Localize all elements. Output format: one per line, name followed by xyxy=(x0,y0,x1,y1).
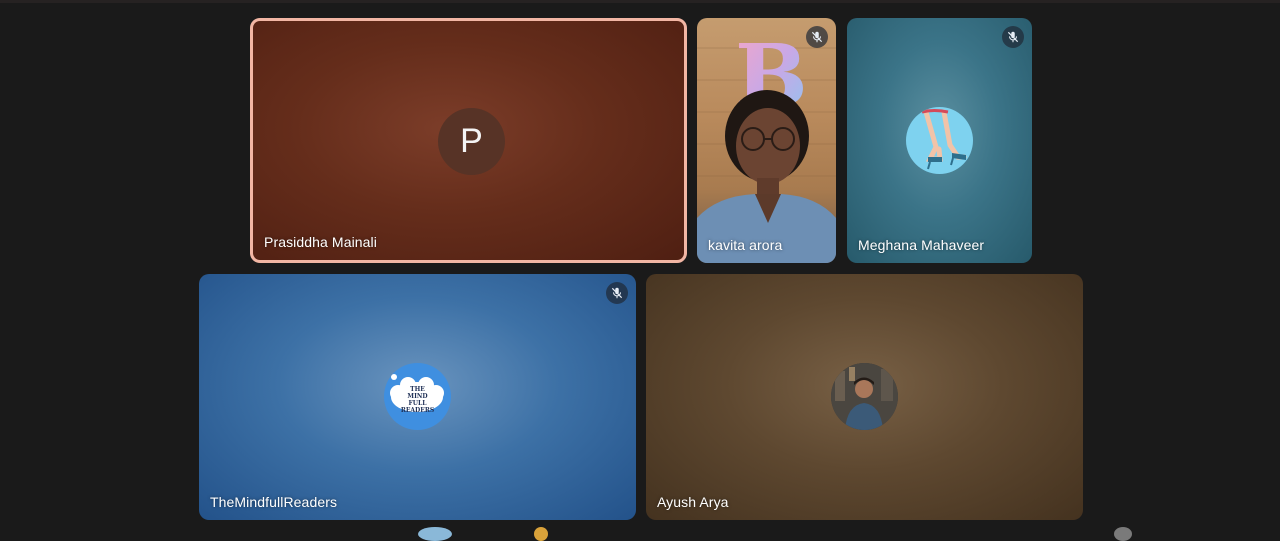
mic-off-icon xyxy=(811,31,823,43)
avatar: P xyxy=(438,108,505,175)
participant-name: Meghana Mahaveer xyxy=(858,237,985,253)
participant-tile-ayush[interactable]: Ayush Arya xyxy=(646,274,1083,520)
profile-photo xyxy=(831,363,898,430)
participant-tile-prasiddha[interactable]: P Prasiddha Mainali xyxy=(250,18,687,263)
logo-text: THE MIND FULL READERS xyxy=(400,386,435,414)
participant-name: Prasiddha Mainali xyxy=(264,234,377,250)
participant-tile-themindfullreaders[interactable]: THE MIND FULL READERS TheMindfullReaders xyxy=(199,274,636,520)
mic-off-icon xyxy=(1007,31,1019,43)
mute-indicator xyxy=(1002,26,1024,48)
participant-name: Ayush Arya xyxy=(657,494,729,510)
mic-off-icon xyxy=(611,287,623,299)
video-feed: B xyxy=(697,26,836,263)
participant-tile-meghana[interactable]: Meghana Mahaveer xyxy=(847,18,1032,263)
participant-name: TheMindfullReaders xyxy=(210,494,338,510)
mute-indicator xyxy=(806,26,828,48)
toolbar-control-partial[interactable] xyxy=(418,527,452,541)
toolbar-control-partial[interactable] xyxy=(534,527,548,541)
avatar: THE MIND FULL READERS xyxy=(384,363,451,430)
avatar xyxy=(831,363,898,430)
high-heels-avatar-image xyxy=(921,109,967,170)
toolbar-control-partial[interactable] xyxy=(1114,527,1132,541)
avatar xyxy=(906,107,973,174)
window-top-edge xyxy=(0,0,1280,3)
mute-indicator xyxy=(606,282,628,304)
avatar-letter: P xyxy=(460,122,483,160)
participant-tile-kavita[interactable]: B kavita arora xyxy=(697,18,836,263)
participant-name: kavita arora xyxy=(708,237,783,253)
